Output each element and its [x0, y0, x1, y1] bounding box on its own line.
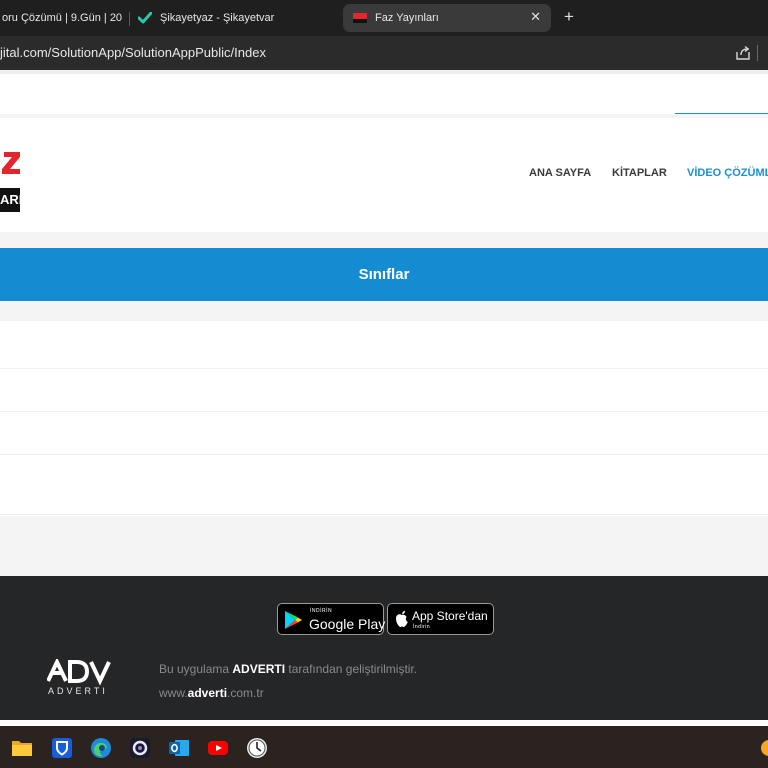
address-bar: jital.com/SolutionApp/SolutionAppPublic/… [0, 36, 768, 70]
nav-books[interactable]: KİTAPLAR [612, 167, 667, 179]
tab-faz-yayinlari[interactable]: Faz Yayınları ✕ [343, 4, 551, 32]
developer-brand: ADVERTI [232, 662, 286, 676]
web-page: ARI ANA SAYFA KİTAPLAR VİDEO ÇÖZÜMLE Sın… [0, 70, 768, 720]
row-divider [0, 411, 768, 412]
new-tab-button[interactable]: + [564, 8, 574, 25]
share-icon[interactable] [735, 45, 751, 66]
tray-weather-icon[interactable] [758, 737, 768, 759]
toolbar-divider [757, 45, 758, 61]
row-divider [0, 454, 768, 455]
row-divider [0, 514, 768, 515]
google-play-icon [285, 611, 302, 629]
tab-title: Şikayetyaz - Şikayetvar [160, 12, 275, 24]
youtube-icon[interactable] [207, 737, 229, 759]
clock-icon[interactable] [246, 737, 268, 759]
app-store-label: App Store'dan [412, 609, 488, 623]
close-icon[interactable]: ✕ [530, 9, 541, 25]
top-strip [0, 70, 768, 74]
outlook-icon[interactable] [168, 737, 190, 759]
tab-title: Faz Yayınları [375, 12, 439, 24]
browser-tab-bar: oru Çözümü | 9.Gün | 2025 Şikayetyaz - Ş… [0, 0, 768, 36]
developer-website-link[interactable]: www.adverti.com.tr [159, 686, 264, 700]
nav-home[interactable]: ANA SAYFA [529, 167, 591, 179]
section-spacer [0, 301, 768, 321]
google-play-small-text: İNDİRİN [310, 608, 333, 614]
footer: İNDİRİN Google Play App Store'dan İndiri… [0, 576, 768, 720]
content-bottom-band [0, 516, 768, 576]
tab-title: oru Çözümü | 9.Gün | 2025 [2, 12, 122, 24]
url-field[interactable]: jital.com/SolutionApp/SolutionAppPublic/… [0, 45, 266, 60]
app-store-small-text: İndirin [413, 624, 431, 630]
row-divider [0, 368, 768, 369]
section-spacer [0, 232, 768, 248]
section-header: Sınıflar [0, 248, 768, 301]
section-title: Sınıflar [358, 266, 410, 283]
edge-icon[interactable] [90, 737, 112, 759]
faz-logo-icon[interactable] [0, 152, 20, 174]
developer-credit: Bu uygulama ADVERTI tarafından geliştiri… [159, 662, 418, 676]
header-strip [0, 114, 768, 118]
faz-favicon-icon [353, 11, 367, 25]
logo-band: ARI [0, 188, 20, 212]
apple-icon [396, 610, 408, 627]
taskbar [0, 726, 768, 768]
app-store-button[interactable]: App Store'dan İndirin [387, 603, 494, 635]
file-explorer-icon[interactable] [11, 737, 33, 759]
google-play-label: Google Play [309, 616, 386, 632]
tab-divider [129, 12, 130, 26]
google-play-button[interactable]: İNDİRİN Google Play [277, 603, 386, 635]
bitwarden-icon[interactable] [51, 737, 73, 759]
adverti-logo-text: ADVERTI [48, 686, 108, 696]
nav-video-solutions[interactable]: VİDEO ÇÖZÜMLE [687, 167, 768, 179]
tab-sikayetvar[interactable]: Şikayetyaz - Şikayetvar [138, 4, 338, 32]
check-icon [138, 11, 152, 25]
tab-solution[interactable]: oru Çözümü | 9.Gün | 2025 [0, 4, 122, 32]
obs-icon[interactable] [129, 737, 151, 759]
